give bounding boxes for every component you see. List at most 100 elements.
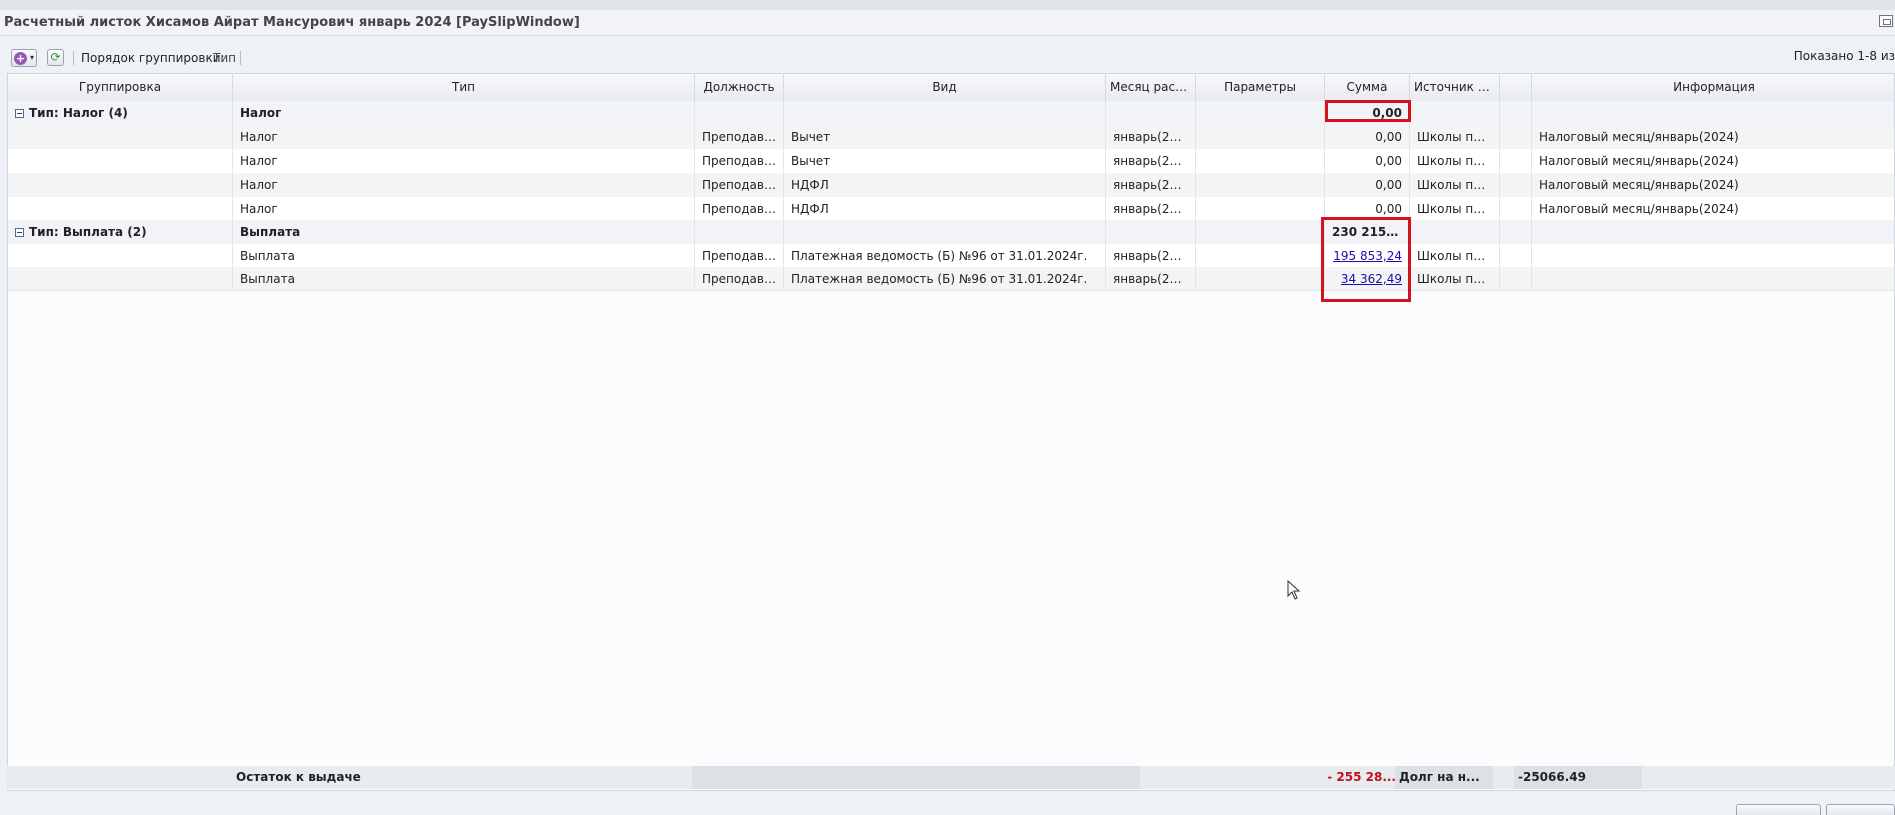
cell-type: Выплата [233,267,695,290]
toolbar: + ▾ ⟳ Порядок группировки: Тип Показано … [0,46,1895,70]
window-titlebar: Расчетный листок Хисамов Айрат Мансурови… [0,10,1895,36]
cell-month: январь(2024) [1106,197,1196,220]
group-cell [1106,220,1196,244]
add-menu-button[interactable]: + ▾ [11,49,37,67]
cell-params [1196,197,1325,220]
cell-sum: 0,00 [1325,173,1410,197]
cell-info: Налоговый месяц/январь(2024) [1539,201,1739,216]
cell-sum: 0,00 [1325,125,1410,149]
sum-link[interactable]: 34 362,49 [1341,272,1402,286]
cell-info [1532,267,1894,290]
group-cell [1196,220,1325,244]
cell-kind: НДФЛ [784,197,1106,220]
cell-source: Школы пед ... [1410,125,1500,149]
cell-sum: 34 362,49 [1325,267,1410,290]
balance-value: - 255 28... [1327,770,1396,784]
cell-grouping [8,149,233,173]
cell-params [1196,173,1325,197]
group-cell [1106,101,1196,125]
table-row[interactable]: Налог Преподават... НДФЛ январь(2024) 0,… [8,197,1894,221]
column-header-params[interactable]: Параметры [1196,74,1325,101]
cell-month: январь(2024) [1106,267,1196,290]
paging-info: Показано 1-8 из [1793,49,1895,63]
cell-position: Преподават... [695,197,784,220]
group-cell [1532,101,1894,125]
cell-month: январь(2024) [1106,125,1196,149]
sum-link[interactable]: 195 853,24 [1333,249,1402,263]
cell-position: Преподават... [695,244,784,267]
cell-grouping [8,173,233,197]
cell-params [1196,125,1325,149]
plus-circle-icon: + [14,52,27,65]
collapse-icon[interactable] [15,108,24,118]
cell-grouping [8,244,233,267]
group-label-cell[interactable]: Тип: Выплата (2) [8,220,233,244]
group-sum-cell: 230 215,73 [1325,220,1410,244]
summary-footer: Остаток к выдаче - 255 28... Долг на н..… [7,766,1895,789]
group-type-cell: Налог [233,101,695,125]
group-order-value[interactable]: Тип [213,51,236,65]
cell-info: Налоговый месяц/январь(2024) [1539,154,1739,168]
cell-info: Налоговый месяц/январь(2024) [1539,178,1739,192]
column-header-month[interactable]: Месяц расч... [1106,74,1196,101]
debt-value: -25066.49 [1514,766,1642,789]
group-cell [1410,101,1500,125]
group-cell [695,101,784,125]
cell-sum: 195 853,24 [1325,244,1410,267]
collapse-icon[interactable] [15,227,24,237]
group-cell [1196,101,1325,125]
group-cell [1410,220,1500,244]
cell-grouping [8,197,233,220]
cell-type: Налог [233,149,695,173]
table-row[interactable]: Налог Преподават... НДФЛ январь(2024) 0,… [8,173,1894,198]
group-cell [1532,220,1894,244]
payslip-grid: Группировка Тип Должность Вид Месяц расч… [7,73,1895,791]
cell-position: Преподават... [695,149,784,173]
table-row[interactable]: Налог Преподават... Вычет январь(2024) 0… [8,125,1894,150]
group-row-payment[interactable]: Тип: Выплата (2) Выплата 230 215,73 [8,220,1894,245]
cell-kind: Вычет [784,125,1106,149]
cell-month: январь(2024) [1106,244,1196,267]
column-header-info[interactable]: Информация [1532,74,1894,101]
cell-kind: НДФЛ [784,173,1106,197]
group-cell [695,220,784,244]
cell-source: Школы пед ... [1410,244,1500,267]
grid-header: Группировка Тип Должность Вид Месяц расч… [8,74,1894,102]
group-cell [784,220,1106,244]
group-type-cell: Выплата [233,220,695,244]
dialog-button[interactable] [1736,804,1821,815]
cell-month: январь(2024) [1106,149,1196,173]
cell-blank [1500,197,1532,220]
cell-params [1196,267,1325,290]
cell-grouping [8,125,233,149]
cell-blank [1500,267,1532,290]
cell-type: Налог [233,125,695,149]
cell-position: Преподават... [695,173,784,197]
cell-source: Школы пед ... [1410,173,1500,197]
restore-window-icon[interactable] [1879,15,1893,27]
cell-source: Школы пед ... [1410,149,1500,173]
cell-source: Школы пед ... [1410,267,1500,290]
group-row-tax[interactable]: Тип: Налог (4) Налог 0,00 [8,101,1894,126]
column-header-grouping[interactable]: Группировка [8,74,233,101]
cell-type: Выплата [233,244,695,267]
cell-info: Налоговый месяц/январь(2024) [1539,130,1739,144]
cell-position: Преподават... [695,267,784,290]
column-header-blank[interactable] [1500,74,1532,101]
cell-sum: 0,00 [1325,197,1410,220]
cell-blank [1500,173,1532,197]
refresh-button[interactable]: ⟳ [47,49,64,66]
column-header-sum[interactable]: Сумма [1325,74,1410,101]
dialog-button[interactable] [1826,804,1895,815]
cell-params [1196,244,1325,267]
column-header-type[interactable]: Тип [233,74,695,101]
table-row[interactable]: Выплата Преподават... Платежная ведомост… [8,267,1894,291]
footer-spacer [692,766,1140,789]
column-header-kind[interactable]: Вид [784,74,1106,101]
column-header-source[interactable]: Источник в... [1410,74,1500,101]
toolbar-separator [240,51,241,65]
group-label-cell[interactable]: Тип: Налог (4) [8,101,233,125]
table-row[interactable]: Выплата Преподават... Платежная ведомост… [8,244,1894,268]
table-row[interactable]: Налог Преподават... Вычет январь(2024) 0… [8,149,1894,174]
column-header-position[interactable]: Должность [695,74,784,101]
